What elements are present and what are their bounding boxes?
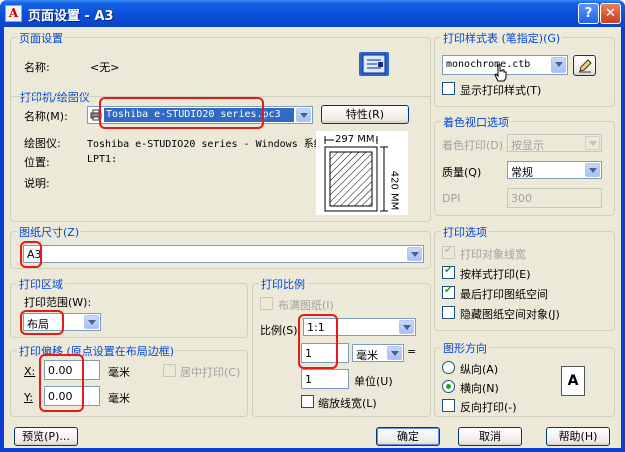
plot-style-value: monochrome.ctb — [446, 59, 531, 70]
landscape-radio[interactable] — [442, 380, 455, 393]
title-bar[interactable]: A 页面设置 - A3 ? ✕ — [0, 0, 625, 27]
printer-group-title: 打印机/绘图仪 — [18, 89, 92, 105]
window-title: 页面设置 - A3 — [28, 9, 114, 24]
chevron-down-icon[interactable] — [296, 108, 311, 122]
shade-plot-label: 着色打印(D) — [442, 139, 504, 152]
paper-size-select[interactable]: A3 — [23, 245, 424, 263]
orientation-preview-icon: A — [561, 366, 585, 396]
dpi-label: DPI — [442, 192, 461, 205]
hide-objects-checkbox[interactable] — [442, 306, 455, 319]
upside-down-label: 反向打印(-) — [460, 401, 517, 414]
offset-y-label: Y: — [24, 391, 33, 404]
offset-highlight-box — [39, 354, 84, 412]
printer-name-label: 名称(M): — [24, 110, 68, 123]
display-plot-styles-label: 显示打印样式(T) — [460, 84, 542, 97]
printer-highlight-box — [99, 97, 264, 129]
dialog-client: 页面设置 名称: <无> 打印机/绘图仪 名称(M): Toshiba e-ST… — [4, 27, 621, 448]
chevron-down-icon[interactable] — [84, 315, 99, 329]
chevron-down-icon[interactable] — [585, 136, 600, 150]
scale-unit-select[interactable]: 毫米 — [352, 344, 404, 362]
paper-preview: 297 MM 420 MM — [316, 131, 408, 215]
plot-lineweights-checkbox[interactable] — [442, 245, 455, 259]
preview-button[interactable]: 预览(P)... — [14, 427, 78, 446]
plot-scale-title: 打印比例 — [259, 276, 307, 292]
page-setup-icon — [359, 52, 389, 76]
chevron-down-icon[interactable] — [551, 57, 566, 73]
offset-x-label: X: — [24, 365, 36, 378]
page-setup-name-value: <无> — [90, 61, 120, 74]
shade-plot-value: 按显示 — [511, 139, 544, 152]
plot-area-title: 打印区域 — [17, 276, 65, 292]
preview-width-label: 297 MM — [334, 134, 376, 145]
plot-with-styles-checkbox[interactable] — [442, 265, 455, 279]
portrait-radio[interactable] — [442, 361, 455, 374]
scale-unit-label: 单位(U) — [354, 375, 393, 388]
offset-x-unit: 毫米 — [108, 366, 130, 379]
landscape-label: 横向(N) — [460, 382, 499, 395]
location-label: 位置: — [24, 156, 50, 169]
description-label: 说明: — [24, 177, 50, 190]
scale-equals: = — [407, 345, 417, 358]
chevron-down-icon[interactable] — [585, 163, 600, 177]
cancel-button[interactable]: 取消 — [458, 427, 522, 446]
paperspace-last-label: 最后打印图纸空间 — [460, 288, 548, 301]
page-setup-name-label: 名称: — [24, 61, 50, 74]
chevron-down-icon[interactable] — [387, 346, 402, 360]
paperspace-last-checkbox[interactable] — [442, 285, 455, 299]
hide-objects-label: 隐藏图纸空间对象(J) — [460, 308, 560, 321]
help-title-button[interactable]: ? — [578, 3, 599, 24]
dpi-input[interactable]: 300 — [507, 188, 602, 208]
shade-plot-select[interactable]: 按显示 — [507, 134, 602, 152]
plot-with-styles-label: 按样式打印(E) — [460, 268, 531, 281]
paper-size-title: 图纸尺寸(Z) — [17, 224, 82, 240]
scale-lineweights-checkbox[interactable] — [301, 395, 314, 408]
page-setup-title: 页面设置 — [17, 30, 65, 46]
paper-size-highlight-box — [20, 241, 42, 268]
preview-height-label: 420 MM — [388, 170, 400, 211]
plot-style-table-title: 打印样式表 (笔指定)(G) — [441, 30, 563, 46]
fit-to-paper-label: 布满图纸(I) — [278, 299, 334, 312]
help-button[interactable]: 帮助(H) — [546, 427, 610, 446]
center-plot-label: 居中打印(C) — [180, 366, 241, 379]
scale-lineweights-label: 缩放线宽(L) — [318, 397, 377, 410]
center-plot-checkbox[interactable] — [163, 364, 176, 377]
location-value: LPT1: — [87, 154, 118, 165]
scale-highlight-box — [298, 314, 338, 369]
scale-unit-input[interactable]: 1 — [301, 369, 349, 389]
chevron-down-icon[interactable] — [399, 320, 414, 334]
scale-unit-value: 毫米 — [356, 349, 378, 362]
plotter-label: 绘图仪: — [24, 137, 61, 150]
autocad-app-icon: A — [5, 5, 22, 22]
scale-label: 比例(S): — [260, 324, 302, 337]
pencil-icon — [578, 59, 592, 73]
plotter-value: Toshiba e-STUDIO20 series - Windows 系统..… — [87, 139, 342, 150]
shaded-viewport-title: 着色视口选项 — [441, 114, 511, 130]
upside-down-checkbox[interactable] — [442, 399, 455, 412]
quality-value: 常规 — [511, 166, 533, 179]
plot-options-title: 打印选项 — [441, 224, 489, 240]
edit-plot-style-button[interactable] — [573, 55, 596, 76]
printer-properties-button[interactable]: 特性(R) — [321, 105, 409, 124]
quality-select[interactable]: 常规 — [507, 161, 602, 179]
fit-to-paper-checkbox[interactable] — [260, 297, 273, 310]
ok-button[interactable]: 确定 — [376, 427, 440, 446]
portrait-label: 纵向(A) — [460, 363, 499, 376]
plot-lineweights-label: 打印对象线宽 — [460, 248, 526, 261]
orientation-title: 图形方向 — [441, 340, 489, 356]
plot-range-label: 打印范围(W): — [24, 296, 92, 309]
hand-cursor-icon — [494, 64, 508, 82]
plot-range-highlight-box — [20, 310, 64, 335]
page-setup-dialog: A 页面设置 - A3 ? ✕ 页面设置 名称: <无> 打印机/绘图仪 名称(… — [0, 0, 625, 452]
chevron-down-icon[interactable] — [407, 247, 422, 261]
offset-y-unit: 毫米 — [108, 392, 130, 405]
close-title-button[interactable]: ✕ — [600, 3, 621, 24]
display-plot-styles-checkbox[interactable] — [442, 82, 455, 95]
quality-label: 质量(Q) — [442, 166, 482, 179]
